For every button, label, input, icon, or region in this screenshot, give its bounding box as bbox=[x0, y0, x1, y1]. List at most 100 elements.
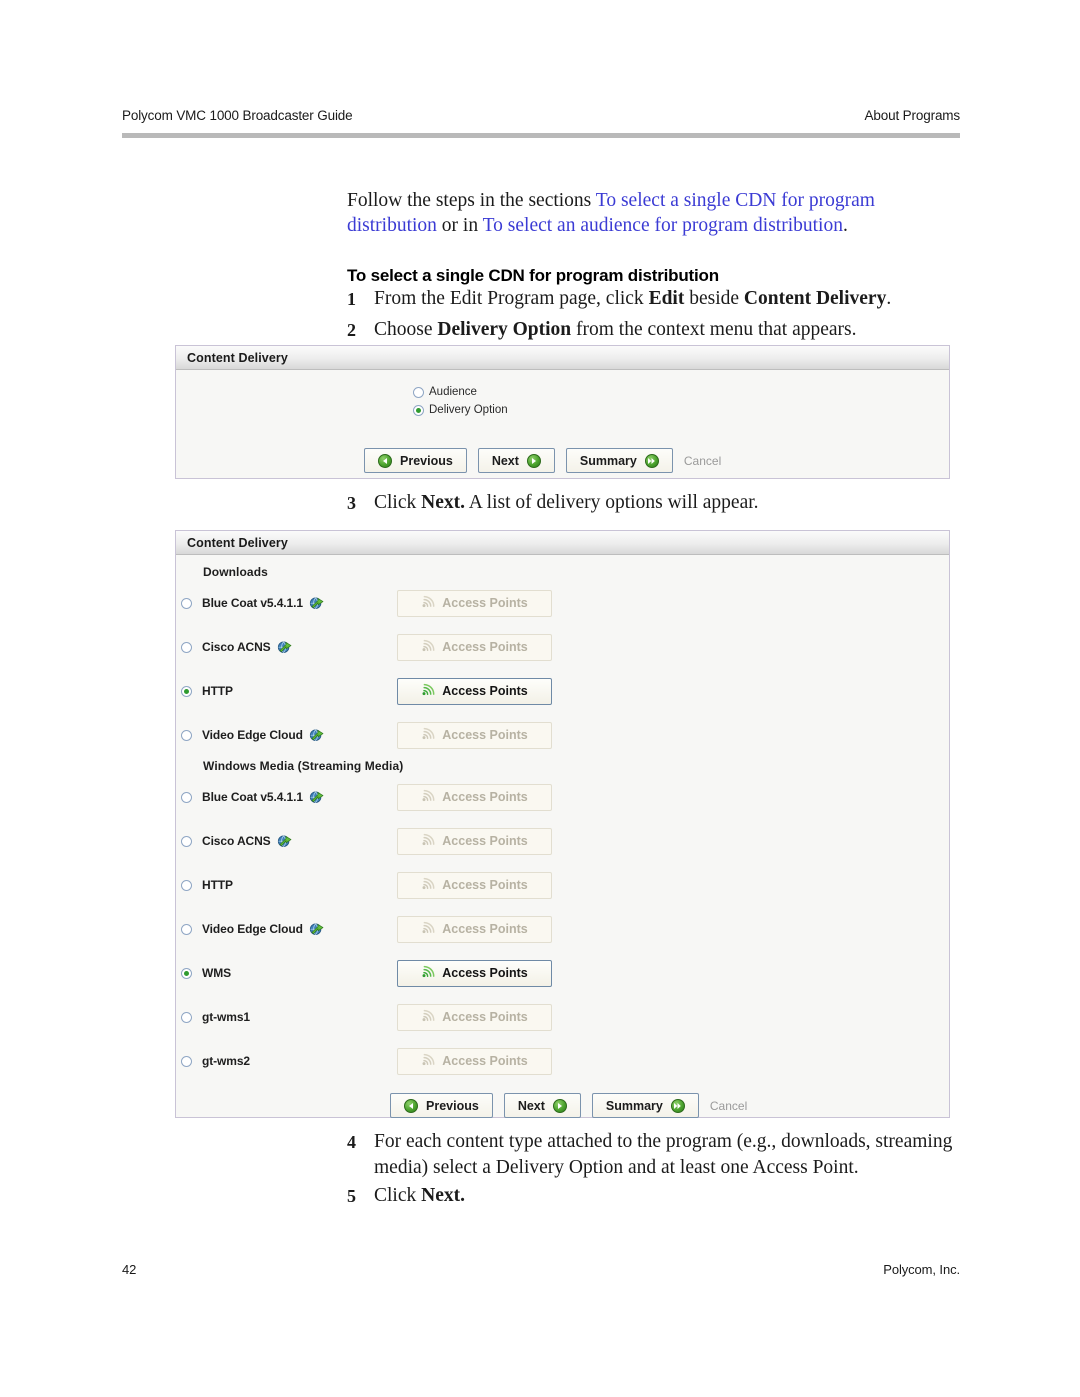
step-text: Click Next. A list of delivery options w… bbox=[374, 490, 959, 516]
cdn-name: Blue Coat v5.4.1.1 bbox=[202, 790, 397, 804]
panel-title-bar: Content Delivery bbox=[176, 531, 949, 555]
radio-icon[interactable] bbox=[181, 923, 192, 935]
cdn-group-list: Downloads Blue Coat v5.4.1.1 Access Points… bbox=[176, 565, 949, 1083]
radio-icon[interactable] bbox=[181, 641, 192, 653]
panel-body: Audience Delivery Option Previous Next S… bbox=[176, 370, 949, 473]
cdn-name: Blue Coat v5.4.1.1 bbox=[202, 596, 397, 610]
cdn-name-label: HTTP bbox=[202, 684, 233, 698]
access-points-button-label: Access Points bbox=[442, 596, 528, 610]
panel-title-label: Content Delivery bbox=[187, 535, 288, 550]
radio-icon-selected[interactable] bbox=[181, 685, 192, 697]
step-number: 5 bbox=[347, 1186, 356, 1206]
content-delivery-panel-small: Content Delivery Audience Delivery Optio… bbox=[175, 345, 950, 479]
step-text-a: Click bbox=[374, 1185, 422, 1206]
step-number: 1 bbox=[347, 289, 356, 309]
previous-button-label: Previous bbox=[426, 1098, 479, 1113]
cdn-name-label: Blue Coat v5.4.1.1 bbox=[202, 596, 303, 610]
section-heading: To select a single CDN for program distr… bbox=[347, 266, 719, 286]
xref-audience[interactable]: To select an audience for program distri… bbox=[483, 215, 843, 236]
radio-icon[interactable] bbox=[181, 1055, 192, 1067]
page-header: Polycom VMC 1000 Broadcaster Guide About… bbox=[122, 108, 960, 123]
cdn-row: Blue Coat v5.4.1.1 Access Points bbox=[176, 775, 949, 819]
cdn-name-label: gt-wms2 bbox=[202, 1054, 250, 1068]
next-button-label: Next bbox=[491, 453, 519, 468]
access-points-button[interactable]: Access Points bbox=[397, 959, 552, 987]
step-emphasis-1: Next. bbox=[421, 1185, 465, 1206]
intro-end: . bbox=[842, 214, 848, 236]
intro-paragraph: Follow the steps in the sections To sele… bbox=[347, 188, 957, 238]
previous-button[interactable]: Previous bbox=[364, 448, 467, 473]
cdn-radio-cell bbox=[176, 685, 202, 697]
cdn-group-label: Downloads bbox=[203, 565, 268, 579]
cdn-name: Cisco ACNS bbox=[202, 834, 397, 848]
globe-icon bbox=[309, 728, 324, 742]
radio-icon[interactable] bbox=[181, 1011, 192, 1023]
cdn-radio-cell bbox=[176, 791, 202, 803]
access-points-button[interactable]: Access Points bbox=[397, 677, 552, 705]
wizard-button-row: Previous Next Summary Cancel bbox=[364, 448, 721, 473]
step-3: 3 Click Next. A list of delivery options… bbox=[347, 490, 959, 516]
cdn-row: Video Edge Cloud Access Points bbox=[176, 907, 949, 951]
cdn-row: Video Edge Cloud Access Points bbox=[176, 713, 949, 757]
radio-icon[interactable] bbox=[181, 835, 192, 847]
radio-option-audience[interactable]: Audience bbox=[413, 386, 949, 398]
previous-button[interactable]: Previous bbox=[390, 1093, 493, 1118]
radio-icon-selected[interactable] bbox=[181, 967, 192, 979]
next-button[interactable]: Next bbox=[503, 1093, 581, 1118]
step-text: Choose Delivery Option from the context … bbox=[374, 317, 959, 343]
globe-icon bbox=[277, 834, 292, 848]
radio-icon[interactable] bbox=[181, 791, 192, 803]
wifi-icon bbox=[421, 639, 435, 655]
access-points-button: Access Points bbox=[397, 633, 552, 661]
access-points-button-label: Access Points bbox=[442, 790, 528, 804]
cdn-name-label: Video Edge Cloud bbox=[202, 922, 303, 936]
cancel-link[interactable]: Cancel bbox=[710, 1099, 747, 1113]
access-points-button: Access Points bbox=[397, 827, 552, 855]
cdn-name: WMS bbox=[202, 966, 397, 980]
access-points-button: Access Points bbox=[397, 1003, 552, 1031]
cdn-name-label: gt-wms1 bbox=[202, 1010, 250, 1024]
cdn-radio-cell bbox=[176, 641, 202, 653]
access-points-button-label: Access Points bbox=[442, 834, 528, 848]
summary-button-label: Summary bbox=[579, 453, 637, 468]
radio-label: Audience bbox=[429, 386, 477, 398]
access-points-button: Access Points bbox=[397, 721, 552, 749]
cdn-radio-cell bbox=[176, 729, 202, 741]
radio-icon-selected[interactable] bbox=[413, 404, 424, 416]
step-5: 5 Click Next. bbox=[347, 1183, 959, 1209]
cdn-name: Cisco ACNS bbox=[202, 640, 397, 654]
wifi-icon bbox=[421, 921, 435, 937]
cdn-radio-cell bbox=[176, 879, 202, 891]
panel-title-label: Content Delivery bbox=[187, 350, 288, 365]
delivery-choice-list: Audience Delivery Option bbox=[176, 370, 949, 416]
cancel-link[interactable]: Cancel bbox=[684, 454, 721, 468]
cdn-name: gt-wms1 bbox=[202, 1010, 397, 1024]
radio-option-delivery-option[interactable]: Delivery Option bbox=[413, 404, 949, 416]
step-4: 4 For each content type attached to the … bbox=[347, 1129, 959, 1181]
arrow-double-right-icon bbox=[644, 453, 659, 468]
summary-button[interactable]: Summary bbox=[565, 448, 673, 473]
access-points-button: Access Points bbox=[397, 915, 552, 943]
radio-icon[interactable] bbox=[181, 729, 192, 741]
cdn-name: Video Edge Cloud bbox=[202, 728, 397, 742]
summary-button[interactable]: Summary bbox=[591, 1093, 699, 1118]
step-number: 4 bbox=[347, 1132, 356, 1152]
cdn-radio-cell bbox=[176, 1011, 202, 1023]
access-points-button-label: Access Points bbox=[442, 684, 528, 698]
step-1: 1 From the Edit Program page, click Edit… bbox=[347, 286, 959, 312]
globe-icon bbox=[309, 922, 324, 936]
radio-icon[interactable] bbox=[413, 386, 424, 398]
previous-button-label: Previous bbox=[400, 453, 453, 468]
radio-icon[interactable] bbox=[181, 879, 192, 891]
cdn-radio-cell bbox=[176, 1055, 202, 1067]
next-button[interactable]: Next bbox=[477, 448, 555, 473]
arrow-double-right-icon bbox=[670, 1098, 685, 1113]
radio-icon[interactable] bbox=[181, 597, 192, 609]
radio-label: Delivery Option bbox=[429, 404, 508, 416]
cdn-radio-cell bbox=[176, 967, 202, 979]
step-number: 3 bbox=[347, 493, 356, 513]
cdn-name-label: Video Edge Cloud bbox=[202, 728, 303, 742]
intro-lead: Follow the steps in the sections bbox=[347, 189, 596, 211]
step-text: For each content type attached to the pr… bbox=[374, 1131, 953, 1178]
cdn-name-label: WMS bbox=[202, 966, 232, 980]
